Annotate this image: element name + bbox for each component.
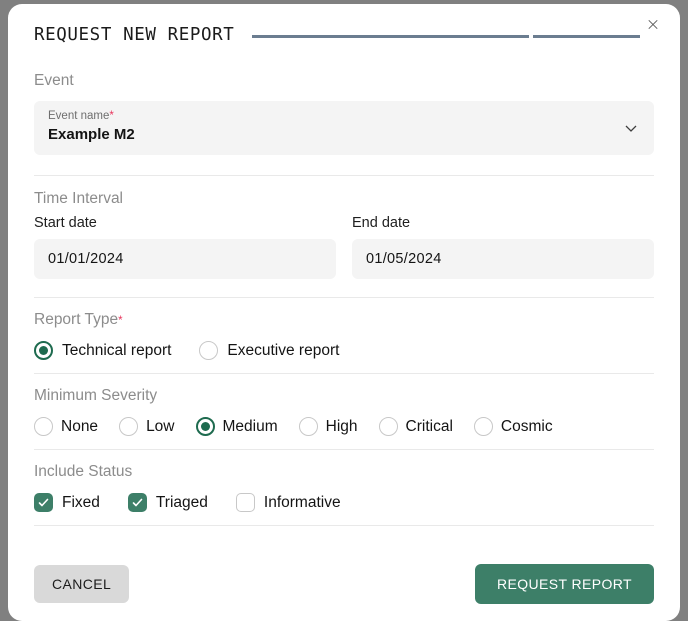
chevron-down-icon (624, 121, 638, 135)
radio-label: High (326, 418, 358, 436)
radio-option-critical[interactable]: Critical (379, 417, 453, 436)
divider-minimum-severity (34, 449, 654, 450)
report-type-required-marker: * (118, 315, 122, 327)
divider-event (34, 175, 654, 176)
radio-icon-checked (196, 417, 215, 436)
event-name-caption-text: Event name (48, 110, 109, 122)
radio-label: Executive report (227, 342, 339, 360)
radio-option-technical-report[interactable]: Technical report (34, 341, 171, 360)
date-row: Start date 01/01/2024 End date 01/05/202… (34, 215, 654, 279)
radio-icon (34, 417, 53, 436)
checkbox-label: Informative (264, 494, 341, 512)
dialog-footer: CANCEL REQUEST REPORT (34, 564, 654, 604)
radio-icon (299, 417, 318, 436)
event-name-value: Example M2 (48, 125, 640, 145)
minimum-severity-section: Minimum Severity None Low Medium High (34, 387, 654, 450)
end-date-input[interactable]: 01/05/2024 (352, 239, 654, 279)
close-glyph (648, 18, 658, 31)
report-type-section: Report Type* Technical report Executive … (34, 311, 654, 374)
radio-option-cosmic[interactable]: Cosmic (474, 417, 553, 436)
request-report-button[interactable]: REQUEST REPORT (475, 564, 654, 604)
minimum-severity-label: Minimum Severity (34, 387, 654, 405)
time-interval-section: Time Interval Start date 01/01/2024 End … (34, 190, 654, 298)
event-name-select[interactable]: Event name* Example M2 (34, 101, 654, 155)
radio-icon (199, 341, 218, 360)
report-type-label: Report Type* (34, 311, 654, 329)
include-status-label: Include Status (34, 463, 654, 481)
title-rule-segment-right (533, 35, 640, 38)
divider-include-status (34, 525, 654, 526)
title-rule (252, 35, 640, 38)
end-date-label: End date (352, 215, 654, 231)
radio-label: Critical (406, 418, 453, 436)
divider-time-interval (34, 297, 654, 298)
radio-option-none[interactable]: None (34, 417, 98, 436)
checkbox-icon-checked (34, 493, 53, 512)
radio-icon (379, 417, 398, 436)
check-glyph (131, 496, 144, 509)
radio-label: None (61, 418, 98, 436)
close-icon[interactable] (642, 13, 664, 35)
minimum-severity-options: None Low Medium High Critical (34, 417, 654, 436)
start-date-label: Start date (34, 215, 336, 231)
end-date-group: End date 01/05/2024 (352, 215, 654, 279)
radio-option-medium[interactable]: Medium (196, 417, 278, 436)
report-type-options: Technical report Executive report (34, 341, 654, 360)
cancel-button[interactable]: CANCEL (34, 565, 129, 603)
radio-option-low[interactable]: Low (119, 417, 174, 436)
radio-label: Low (146, 418, 174, 436)
radio-label: Technical report (62, 342, 171, 360)
request-new-report-dialog: REQUEST NEW REPORT Event Event name* Exa… (8, 4, 680, 621)
checkbox-option-triaged[interactable]: Triaged (128, 493, 208, 512)
report-type-label-text: Report Type (34, 311, 118, 328)
radio-option-executive-report[interactable]: Executive report (199, 341, 339, 360)
required-marker: * (109, 110, 113, 122)
radio-icon (119, 417, 138, 436)
checkbox-label: Fixed (62, 494, 100, 512)
checkbox-label: Triaged (156, 494, 208, 512)
radio-label: Cosmic (501, 418, 553, 436)
title-rule-segment-left (252, 35, 528, 38)
start-date-group: Start date 01/01/2024 (34, 215, 336, 279)
include-status-options: Fixed Triaged Informative (34, 493, 654, 512)
checkbox-option-informative[interactable]: Informative (236, 493, 341, 512)
time-interval-label: Time Interval (34, 190, 654, 208)
checkbox-option-fixed[interactable]: Fixed (34, 493, 100, 512)
radio-icon-checked (34, 341, 53, 360)
event-name-caption: Event name* (48, 109, 640, 124)
checkbox-icon (236, 493, 255, 512)
radio-option-high[interactable]: High (299, 417, 358, 436)
checkbox-icon-checked (128, 493, 147, 512)
divider-report-type (34, 373, 654, 374)
include-status-section: Include Status Fixed (34, 463, 654, 526)
dialog-header: REQUEST NEW REPORT (34, 4, 654, 56)
dialog-title: REQUEST NEW REPORT (34, 25, 234, 45)
radio-label: Medium (223, 418, 278, 436)
radio-icon (474, 417, 493, 436)
event-section: Event Event name* Example M2 (34, 72, 654, 176)
start-date-input[interactable]: 01/01/2024 (34, 239, 336, 279)
check-glyph (37, 496, 50, 509)
event-section-label: Event (34, 72, 654, 90)
